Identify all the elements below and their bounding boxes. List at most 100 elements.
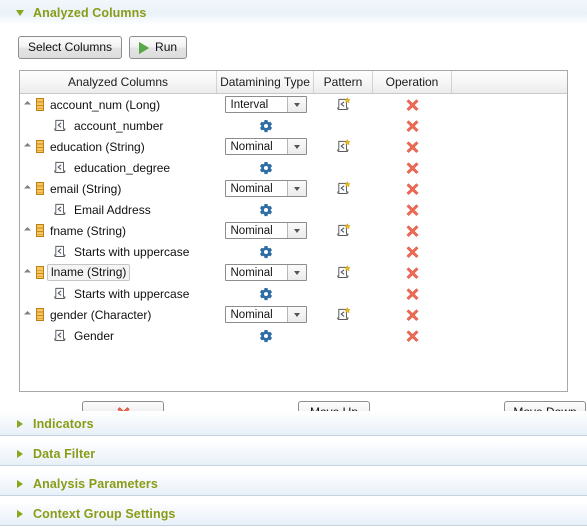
section-title: Analysis Parameters — [33, 476, 158, 491]
triangle-right-icon[interactable] — [12, 449, 28, 458]
chevron-down-icon[interactable] — [286, 97, 306, 112]
row-empty-cell — [452, 220, 567, 241]
run-label: Run — [155, 40, 178, 54]
chevron-down-icon[interactable] — [286, 223, 306, 238]
section-header-indicators[interactable]: Indicators — [0, 411, 587, 436]
expand-triangle-icon[interactable] — [20, 268, 34, 277]
section-header-context-group-settings[interactable]: Context Group Settings — [0, 501, 587, 526]
expand-triangle-icon[interactable] — [20, 226, 34, 235]
column-name-label[interactable]: fname (String) — [50, 224, 126, 238]
indicator-name-label[interactable]: Gender — [74, 329, 114, 343]
table-row-indicator[interactable]: Gender — [20, 325, 567, 346]
table-row-column[interactable]: lname (String) Nominal — [20, 262, 567, 283]
chevron-down-icon[interactable] — [286, 139, 306, 154]
delete-x-icon[interactable] — [406, 119, 419, 132]
section-header-data-filter[interactable]: Data Filter — [0, 441, 587, 466]
column-icon — [36, 308, 44, 321]
gear-icon[interactable] — [259, 161, 273, 175]
datamining-type-dropdown[interactable]: Interval — [224, 96, 307, 113]
column-name-label[interactable]: email (String) — [50, 182, 121, 196]
column-name-label[interactable]: account_num (Long) — [50, 98, 160, 112]
delete-x-icon[interactable] — [406, 182, 419, 195]
run-button[interactable]: Run — [129, 36, 188, 59]
delete-x-icon[interactable] — [406, 245, 419, 258]
indicator-name-label[interactable]: account_number — [74, 119, 163, 133]
gear-icon[interactable] — [259, 287, 273, 301]
datamining-type-value: Nominal — [230, 266, 273, 279]
column-icon — [36, 98, 44, 111]
column-header-datamining-type[interactable]: Datamining Type — [217, 71, 314, 93]
datamining-type-dropdown[interactable]: Nominal — [224, 180, 307, 197]
delete-x-icon[interactable] — [406, 308, 419, 321]
table-row-column[interactable]: education (String) Nominal — [20, 136, 567, 157]
indicator-name-label[interactable]: Email Address — [74, 203, 151, 217]
column-name-label[interactable]: lname (String) — [47, 264, 131, 281]
select-columns-button[interactable]: Select Columns — [18, 36, 123, 59]
delete-x-icon[interactable] — [406, 329, 419, 342]
delete-x-icon[interactable] — [406, 266, 419, 279]
column-header-analyzed-columns[interactable]: Analyzed Columns — [20, 71, 217, 93]
delete-x-icon[interactable] — [406, 287, 419, 300]
column-name-label[interactable]: education (String) — [50, 140, 145, 154]
row-empty-cell — [452, 157, 567, 178]
indicator-name-label[interactable]: education_degree — [74, 161, 170, 175]
chevron-down-icon[interactable] — [286, 181, 306, 196]
delete-x-icon[interactable] — [406, 224, 419, 237]
section-header-analysis-parameters[interactable]: Analysis Parameters — [0, 471, 587, 496]
section-header-analyzed-columns[interactable]: Analyzed Columns — [0, 0, 587, 25]
expand-triangle-icon[interactable] — [20, 100, 34, 109]
column-header-empty[interactable] — [452, 71, 567, 93]
add-pattern-icon[interactable] — [336, 97, 351, 112]
table-row-column[interactable]: fname (String) Nominal — [20, 220, 567, 241]
table-row-indicator[interactable]: account_number — [20, 115, 567, 136]
delete-x-icon[interactable] — [406, 203, 419, 216]
column-header-pattern[interactable]: Pattern — [314, 71, 373, 93]
gear-icon[interactable] — [259, 119, 273, 133]
chevron-down-icon[interactable] — [286, 307, 306, 322]
table-row-indicator[interactable]: education_degree — [20, 157, 567, 178]
gear-icon[interactable] — [259, 329, 273, 343]
section-title: Data Filter — [33, 446, 96, 461]
accordion-sections: Indicators Data Filter Analysis Parameters… — [0, 411, 587, 526]
table-row-indicator[interactable]: Starts with uppercase — [20, 241, 567, 262]
add-pattern-icon[interactable] — [336, 307, 351, 322]
add-pattern-icon[interactable] — [336, 139, 351, 154]
section-title: Analyzed Columns — [33, 5, 147, 20]
column-name-label[interactable]: gender (Character) — [50, 308, 151, 322]
row-empty-cell — [452, 115, 567, 136]
add-pattern-icon[interactable] — [336, 265, 351, 280]
delete-x-icon[interactable] — [406, 161, 419, 174]
triangle-right-icon[interactable] — [12, 419, 28, 428]
expand-triangle-icon[interactable] — [20, 310, 34, 319]
add-pattern-icon[interactable] — [336, 181, 351, 196]
expand-triangle-icon[interactable] — [20, 184, 34, 193]
chevron-down-icon[interactable] — [286, 265, 306, 280]
play-icon — [139, 41, 150, 54]
triangle-right-icon[interactable] — [12, 509, 28, 518]
datamining-type-dropdown[interactable]: Nominal — [224, 138, 307, 155]
triangle-down-icon[interactable] — [12, 9, 28, 16]
column-icon — [36, 140, 44, 153]
row-empty-cell — [452, 94, 567, 115]
table-row-column[interactable]: gender (Character) Nominal — [20, 304, 567, 325]
column-header-operation[interactable]: Operation — [373, 71, 452, 93]
triangle-right-icon[interactable] — [12, 479, 28, 488]
indicator-name-label[interactable]: Starts with uppercase — [74, 245, 189, 259]
add-pattern-icon[interactable] — [336, 223, 351, 238]
row-empty-cell — [452, 325, 567, 346]
gear-icon[interactable] — [259, 203, 273, 217]
delete-x-icon[interactable] — [406, 98, 419, 111]
table-row-column[interactable]: account_num (Long) Interval — [20, 94, 567, 115]
delete-x-icon[interactable] — [406, 140, 419, 153]
datamining-type-dropdown[interactable]: Nominal — [224, 264, 307, 281]
indicator-name-label[interactable]: Starts with uppercase — [74, 287, 189, 301]
datamining-type-dropdown[interactable]: Nominal — [224, 222, 307, 239]
gear-icon[interactable] — [259, 245, 273, 259]
analyzed-columns-table: Analyzed Columns Datamining Type Pattern… — [19, 70, 568, 392]
table-row-column[interactable]: email (String) Nominal — [20, 178, 567, 199]
datamining-type-value: Interval — [230, 98, 269, 111]
datamining-type-dropdown[interactable]: Nominal — [224, 306, 307, 323]
table-row-indicator[interactable]: Starts with uppercase — [20, 283, 567, 304]
expand-triangle-icon[interactable] — [20, 142, 34, 151]
table-row-indicator[interactable]: Email Address — [20, 199, 567, 220]
